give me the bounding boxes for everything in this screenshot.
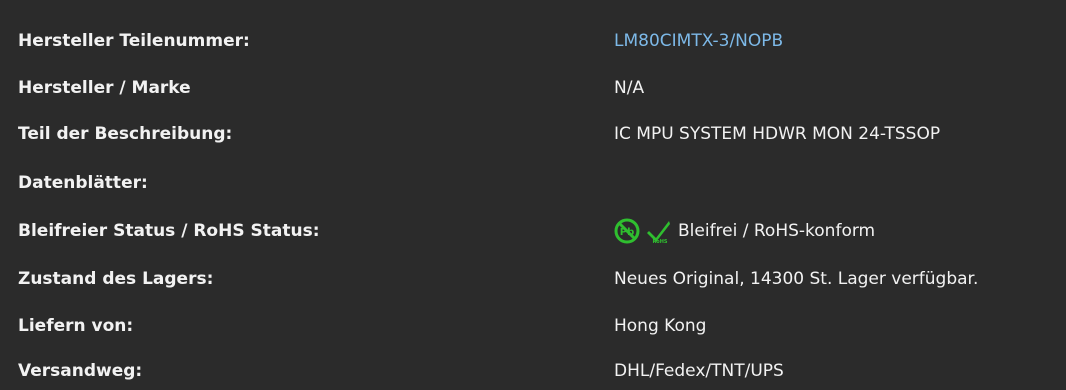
rohs-icons: Pb RoHS	[614, 218, 672, 244]
spec-row-shipping-method: Versandweg: DHL/Fedex/TNT/UPS	[0, 352, 1066, 390]
spec-value: Pb RoHS Bleifrei / RoHS-konform	[614, 218, 875, 244]
spec-row-datasheets: Datenblätter:	[0, 164, 1066, 202]
rohs-status-text: Bleifrei / RoHS-konform	[678, 221, 876, 241]
spec-label: Versandweg:	[18, 361, 143, 381]
spec-row-rohs-status: Bleifreier Status / RoHS Status: Pb RoHS…	[0, 212, 1066, 250]
spec-label: Hersteller Teilenummer:	[18, 31, 250, 51]
rohs-check-icon: RoHS	[647, 221, 670, 244]
spec-label: Bleifreier Status / RoHS Status:	[18, 221, 320, 241]
spec-value: IC MPU SYSTEM HDWR MON 24-TSSOP	[614, 124, 941, 144]
spec-value: Neues Original, 14300 St. Lager verfügba…	[614, 269, 979, 289]
spec-row-part-number: Hersteller Teilenummer: LM80CIMTX-3/NOPB	[0, 22, 1066, 60]
part-number-link[interactable]: LM80CIMTX-3/NOPB	[614, 31, 783, 51]
spec-row-description: Teil der Beschreibung: IC MPU SYSTEM HDW…	[0, 115, 1066, 153]
product-spec-table: Hersteller Teilenummer: LM80CIMTX-3/NOPB…	[0, 0, 1066, 382]
lead-free-icon: Pb	[614, 218, 640, 244]
spec-value: LM80CIMTX-3/NOPB	[614, 31, 783, 51]
spec-row-stock: Zustand des Lagers: Neues Original, 1430…	[0, 260, 1066, 298]
rohs-badge-text: RoHS	[652, 239, 667, 244]
spec-value: DHL/Fedex/TNT/UPS	[614, 361, 784, 381]
spec-label: Zustand des Lagers:	[18, 269, 214, 289]
spec-row-manufacturer: Hersteller / Marke N/A	[0, 69, 1066, 107]
spec-row-ship-from: Liefern von: Hong Kong	[0, 307, 1066, 345]
spec-label: Liefern von:	[18, 316, 134, 336]
spec-label: Teil der Beschreibung:	[18, 124, 233, 144]
spec-value: Hong Kong	[614, 316, 707, 336]
spec-value: N/A	[614, 78, 645, 98]
spec-label: Hersteller / Marke	[18, 78, 191, 98]
spec-label: Datenblätter:	[18, 173, 148, 193]
